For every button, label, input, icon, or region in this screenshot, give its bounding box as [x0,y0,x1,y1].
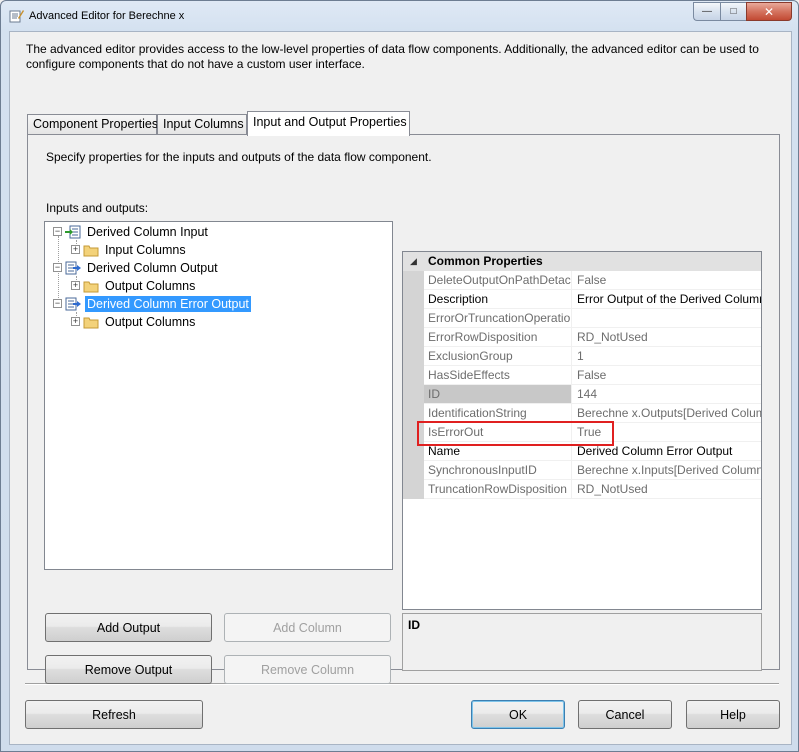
expand-icon[interactable]: + [71,245,80,254]
editor-app-icon [9,10,24,23]
help-button[interactable]: Help [686,700,780,729]
ok-button[interactable]: OK [471,700,565,729]
tree-node-label: Derived Column Input [87,224,208,239]
property-name: ErrorRowDisposition [424,328,572,346]
property-help-box: ID [402,613,762,671]
property-name: IsErrorOut [424,423,572,441]
property-name: SynchronousInputID [424,461,572,479]
property-name: DeleteOutputOnPathDetached [424,271,572,289]
tab-panel: Specify properties for the inputs and ou… [27,134,780,684]
property-value[interactable]: False [574,271,761,289]
tree-node-label: Derived Column Output [87,260,218,275]
tree-node-derived-column-output[interactable]: − Derived Column Output [53,259,220,276]
property-row[interactable]: ErrorRowDisposition RD_NotUsed [424,328,761,347]
collapse-icon[interactable]: − [53,263,62,272]
output-icon [65,297,81,310]
expand-icon[interactable]: + [71,317,80,326]
tree-node-output-columns[interactable]: + Output Columns [71,277,197,294]
property-row[interactable]: Name Derived Column Error Output [424,442,761,461]
property-name: Description [424,290,572,308]
advanced-editor-window: Advanced Editor for Berechne x — □ ✕ The… [0,0,799,752]
property-row-selected[interactable]: ID 144 [424,385,761,404]
property-grid[interactable]: ◢ Common Properties DeleteOutputOnPathDe… [402,251,762,610]
property-row[interactable]: Description Error Output of the Derived … [424,290,761,309]
minimize-button[interactable]: — [693,2,720,21]
close-button[interactable]: ✕ [746,2,792,21]
property-value[interactable]: 1 [574,347,761,365]
folder-icon [83,317,99,328]
property-value[interactable] [574,309,761,327]
panel-description: Specify properties for the inputs and ou… [46,150,432,164]
property-name: ID [424,385,572,403]
expand-icon[interactable]: + [71,281,80,290]
tree-node-input-columns[interactable]: + Input Columns [71,241,188,258]
category-label: Common Properties [428,254,543,268]
property-row[interactable]: IsErrorOut True [424,423,761,442]
help-title: ID [408,618,420,632]
minimize-icon: — [702,6,712,17]
add-column-button[interactable]: Add Column [224,613,391,642]
property-row[interactable]: ErrorOrTruncationOperation [424,309,761,328]
property-row[interactable]: TruncationRowDisposition RD_NotUsed [424,480,761,499]
property-value[interactable]: Error Output of the Derived Column [574,290,761,308]
property-name: TruncationRowDisposition [424,480,572,498]
remove-output-button[interactable]: Remove Output [45,655,212,684]
property-value[interactable]: RD_NotUsed [574,480,761,498]
title-bar[interactable]: Advanced Editor for Berechne x — □ ✕ [1,1,798,31]
refresh-button[interactable]: Refresh [25,700,203,729]
property-name: IdentificationString [424,404,572,422]
tree-node-label-selected: Derived Column Error Output [85,295,251,312]
output-icon [65,261,81,274]
tree-node-derived-column-input[interactable]: − Derived Column Input [53,223,210,240]
property-row[interactable]: DeleteOutputOnPathDetached False [424,271,761,290]
collapse-icon[interactable]: − [53,299,62,308]
maximize-icon: □ [730,6,737,17]
editor-description: The advanced editor provides access to t… [26,42,759,71]
property-row[interactable]: IdentificationString Berechne x.Outputs[… [424,404,761,423]
property-row[interactable]: ExclusionGroup 1 [424,347,761,366]
folder-icon [83,281,99,292]
property-category-common[interactable]: ◢ Common Properties [403,252,761,271]
property-value[interactable]: 144 [574,385,761,403]
cancel-button[interactable]: Cancel [578,700,672,729]
property-value[interactable]: Derived Column Error Output [574,442,761,460]
inputs-outputs-label: Inputs and outputs: [46,201,149,215]
window-title: Advanced Editor for Berechne x [29,10,185,22]
remove-column-button[interactable]: Remove Column [224,655,391,684]
tree-node-label: Output Columns [105,314,196,329]
add-output-button[interactable]: Add Output [45,613,212,642]
property-value[interactable]: False [574,366,761,384]
inputs-outputs-tree[interactable]: − Derived Column Input + Input Columns −… [44,221,393,570]
property-row[interactable]: HasSideEffects False [424,366,761,385]
folder-icon [83,245,99,256]
tab-input-columns[interactable]: Input Columns [157,114,247,135]
tree-node-derived-column-error-output[interactable]: − Derived Column Error Output [53,295,251,312]
tree-node-label: Output Columns [105,278,196,293]
tree-node-error-output-columns[interactable]: + Output Columns [71,313,197,330]
property-value[interactable]: True [574,423,761,441]
property-name: ExclusionGroup [424,347,572,365]
property-value[interactable]: Berechne x.Outputs[Derived Column [574,404,761,422]
tree-node-label: Input Columns [105,242,186,257]
property-value[interactable]: Berechne x.Inputs[Derived Column [574,461,761,479]
tab-input-output-properties[interactable]: Input and Output Properties [247,111,410,136]
tab-component-properties[interactable]: Component Properties [27,114,158,135]
property-name: HasSideEffects [424,366,572,384]
collapse-icon[interactable]: − [53,227,62,236]
input-icon [65,225,81,238]
property-name: Name [424,442,572,460]
collapse-arrow-icon[interactable]: ◢ [410,252,417,271]
dialog-client-area: The advanced editor provides access to t… [9,31,792,745]
maximize-button[interactable]: □ [720,2,746,21]
property-name: ErrorOrTruncationOperation [424,309,572,327]
close-icon: ✕ [763,4,775,19]
property-value[interactable]: RD_NotUsed [574,328,761,346]
property-row[interactable]: SynchronousInputID Berechne x.Inputs[Der… [424,461,761,480]
property-grid-gutter [403,271,424,499]
